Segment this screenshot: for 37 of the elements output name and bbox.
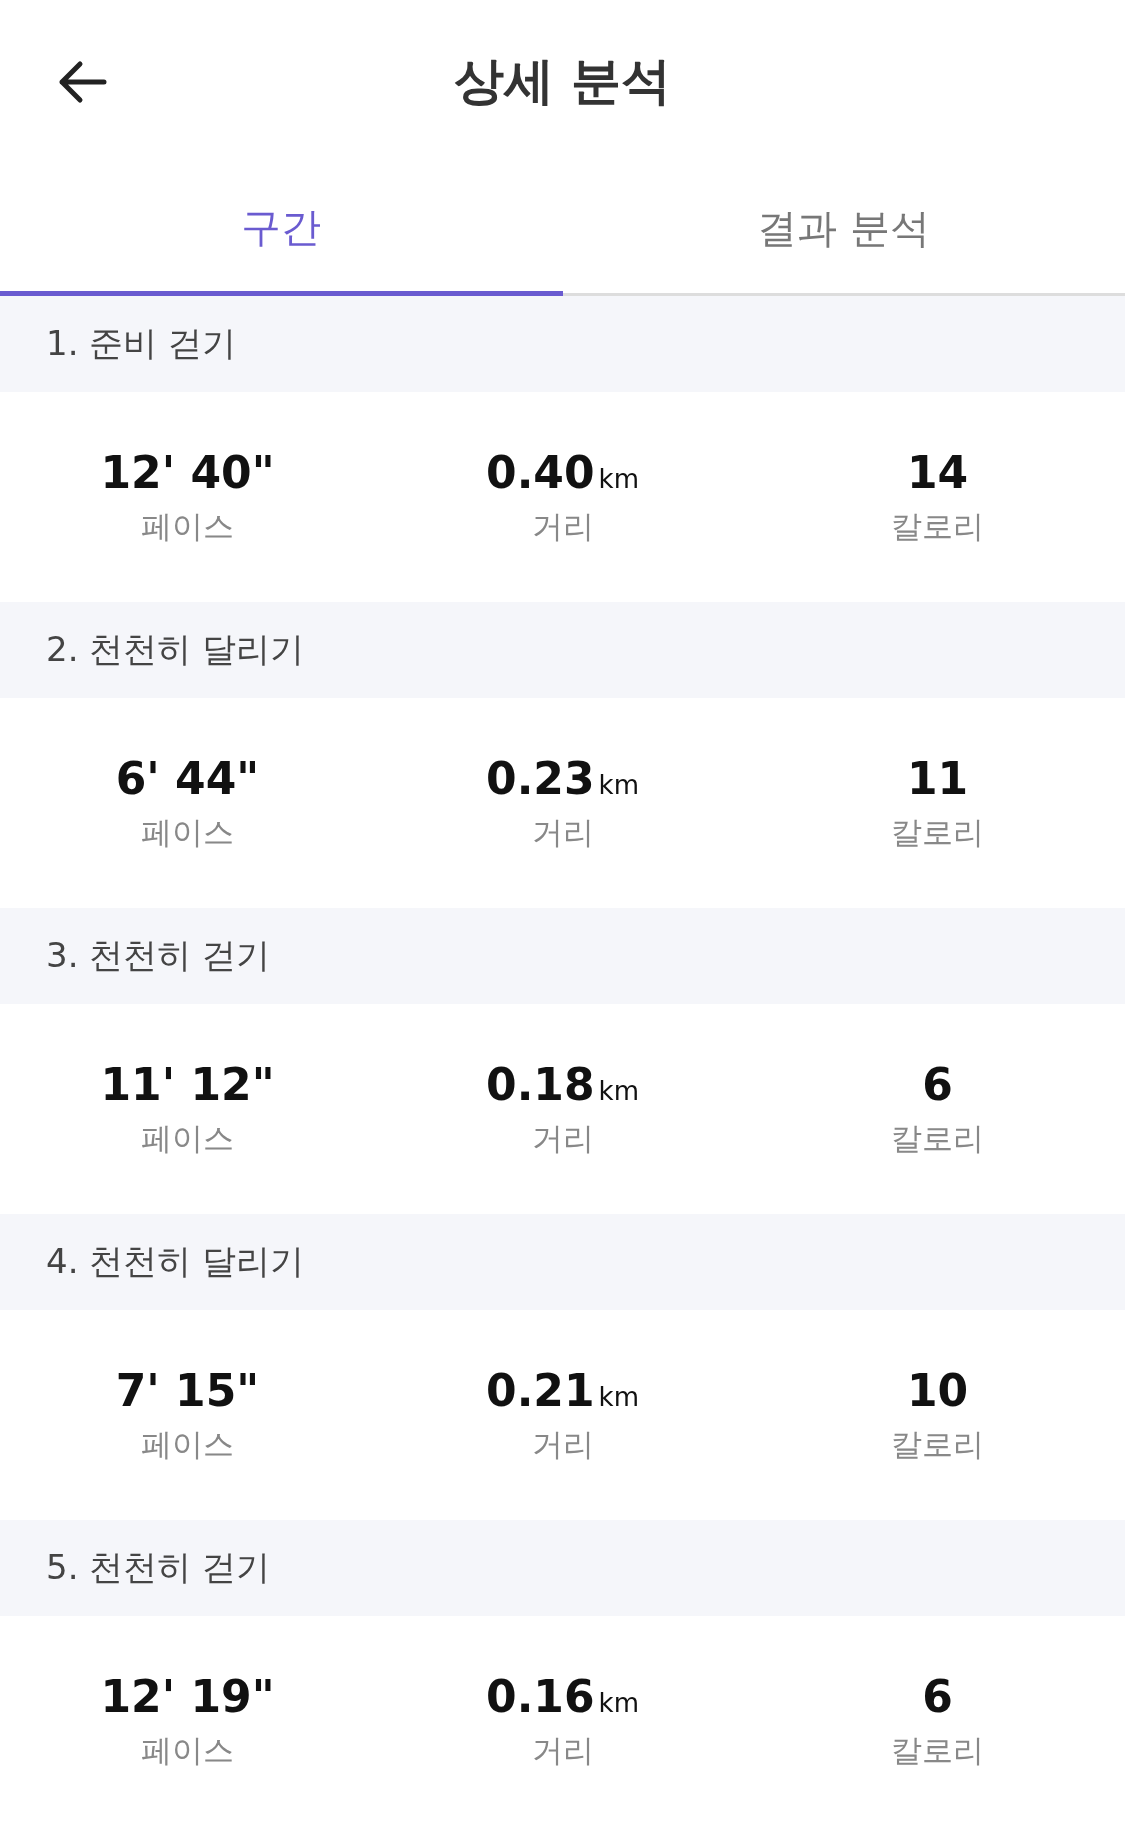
stat-value: 6' 44" xyxy=(115,752,260,804)
stat-value: 11' 12" xyxy=(100,1058,275,1110)
section-title: 5. 천천히 걷기 xyxy=(46,1546,271,1589)
stat-label: 페이스 xyxy=(141,812,234,852)
stat-label: 칼로리 xyxy=(891,1118,984,1158)
stat-value: 10 xyxy=(906,1364,969,1416)
stat-value: 7' 15" xyxy=(115,1364,260,1416)
stat-value: 14 xyxy=(906,446,969,498)
stat-value: 12' 40" xyxy=(100,446,275,498)
stat-value: 11 xyxy=(906,752,969,804)
stat-value: 6 xyxy=(922,1058,953,1110)
stat-label: 거리 xyxy=(531,1118,594,1158)
stat-label: 거리 xyxy=(531,506,594,546)
section-title: 4. 천천히 달리기 xyxy=(46,1240,305,1283)
section-title: 2. 천천히 달리기 xyxy=(46,628,305,671)
stat-label: 거리 xyxy=(531,1730,594,1770)
stat-label: 페이스 xyxy=(141,506,234,546)
stat-value: 0.40 km xyxy=(486,446,639,498)
stat-label: 칼로리 xyxy=(891,1424,984,1464)
screen-title: 상세 분석 xyxy=(453,50,672,112)
stat-value: 0.21 km xyxy=(486,1364,639,1416)
stat-value: 0.16 km xyxy=(486,1670,639,1722)
stat-value: 0.23 km xyxy=(486,752,639,804)
stat-label: 칼로리 xyxy=(891,506,984,546)
stat-label: 거리 xyxy=(531,812,594,852)
stat-label: 페이스 xyxy=(141,1118,234,1158)
stat-label: 칼로리 xyxy=(891,812,984,852)
section-title: 3. 천천히 걷기 xyxy=(46,934,271,977)
stat-label: 페이스 xyxy=(141,1424,234,1464)
stat-value: 12' 19" xyxy=(100,1670,275,1722)
stat-value: 6 xyxy=(922,1670,953,1722)
section-title: 1. 준비 걷기 xyxy=(46,322,237,365)
tab[interactable]: 결과 분석 xyxy=(562,164,1125,296)
stat-value: 0.18 km xyxy=(486,1058,639,1110)
stat-label: 거리 xyxy=(531,1424,594,1464)
stat-label: 칼로리 xyxy=(891,1730,984,1770)
stat-label: 페이스 xyxy=(141,1730,234,1770)
